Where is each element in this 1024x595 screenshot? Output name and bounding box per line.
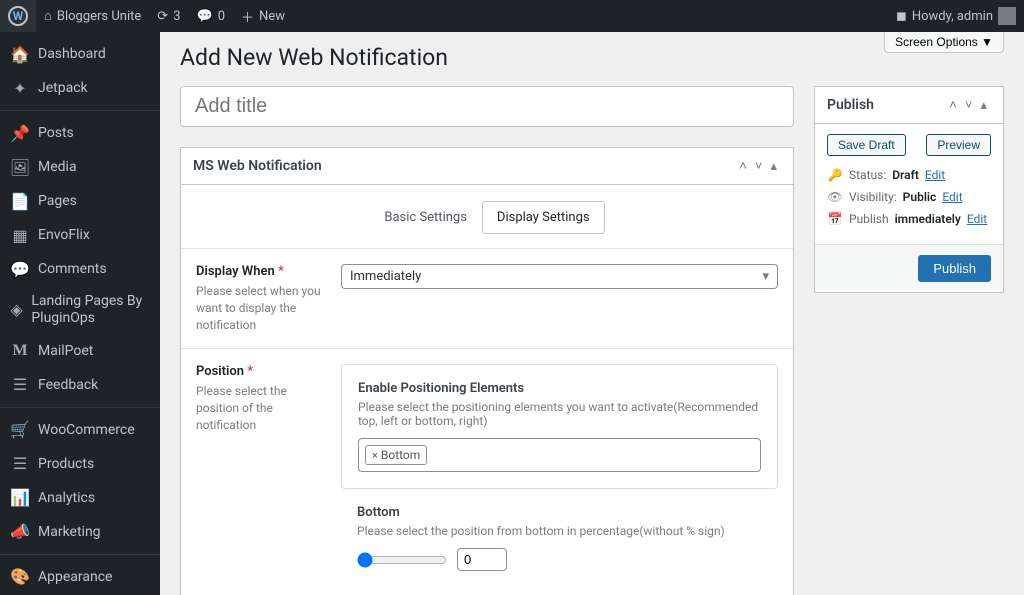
visibility-row: 👁 Visibility: Public Edit <box>827 190 991 204</box>
calendar-icon: 📅 <box>827 212 843 226</box>
sidebar-item-analytics[interactable]: 📊Analytics <box>0 481 160 515</box>
positioning-tag-bottom[interactable]: ×Bottom <box>365 445 427 465</box>
updates-count: 3 <box>173 9 180 24</box>
jetpack-icon: ✦ <box>10 78 30 98</box>
sidebar-item-envoflix[interactable]: ▦EnvoFlix <box>0 218 160 252</box>
media-icon: 🖼 <box>10 157 30 177</box>
edit-status-link[interactable]: Edit <box>925 168 945 182</box>
updates-icon: ⟳ <box>157 9 168 24</box>
publish-up-icon[interactable]: ˄ <box>945 97 961 113</box>
grid-icon: ▦ <box>10 225 30 245</box>
sidebar-item-feedback[interactable]: ☰Feedback <box>0 368 160 402</box>
plus-icon: ＋ <box>241 7 254 26</box>
edit-visibility-link[interactable]: Edit <box>942 190 962 204</box>
preview-button[interactable]: Preview <box>926 134 991 156</box>
screen-options-button[interactable]: Screen Options ▼ <box>884 32 1004 53</box>
positioning-tag-input[interactable]: ×Bottom <box>358 438 761 472</box>
page-icon: 📄 <box>10 191 30 211</box>
dashboard-icon: 🏠 <box>10 44 30 64</box>
status-row: 🔑 Status: Draft Edit <box>827 168 991 182</box>
tab-display-settings[interactable]: Display Settings <box>482 201 605 234</box>
megaphone-icon: 📣 <box>10 522 30 542</box>
settings-tabs: Basic Settings Display Settings <box>181 201 793 234</box>
screen-options-wrap: Screen Options ▼ <box>884 32 1004 53</box>
site-name: Bloggers Unite <box>57 9 141 24</box>
sidebar-item-jetpack[interactable]: ✦Jetpack <box>0 71 160 105</box>
post-title-input[interactable] <box>180 86 794 127</box>
position-row: Position * Please select the position of… <box>181 348 793 595</box>
bottom-label: Bottom <box>357 505 762 520</box>
position-help: Please select the position of the notifi… <box>196 383 321 433</box>
publish-metabox: Publish ˄ ˅ ▴ Save Draft Preview 🔑 Statu… <box>814 86 1004 293</box>
enable-positioning-label: Enable Positioning Elements <box>358 381 761 396</box>
pin-icon: 📌 <box>10 123 30 143</box>
edit-schedule-link[interactable]: Edit <box>967 212 987 226</box>
publish-button[interactable]: Publish <box>918 255 991 282</box>
metabox-down-icon[interactable]: ˅ <box>751 158 767 174</box>
sidebar-item-dashboard[interactable]: 🏠Dashboard <box>0 37 160 71</box>
publish-collapse-icon[interactable]: ▴ <box>976 98 991 113</box>
sidebar-item-marketing[interactable]: 📣Marketing <box>0 515 160 549</box>
display-when-help: Please select when you want to display t… <box>196 283 321 333</box>
metabox-up-icon[interactable]: ˄ <box>735 158 751 174</box>
page-title: Add New Web Notification <box>180 44 1004 71</box>
main-content: Screen Options ▼ Add New Web Notificatio… <box>160 32 1024 595</box>
brush-icon: 🎨 <box>10 567 30 587</box>
comments-link[interactable]: 💬 0 <box>189 0 234 32</box>
metabox-collapse-icon[interactable]: ▴ <box>766 159 781 174</box>
positioning-elements-section: Enable Positioning Elements Please selec… <box>341 364 778 489</box>
mailpoet-icon: M <box>10 341 30 361</box>
sidebar-item-media[interactable]: 🖼Media <box>0 150 160 184</box>
comments-count: 0 <box>218 9 225 24</box>
eye-icon: 👁 <box>827 190 843 204</box>
cart-icon: 🛒 <box>10 420 30 440</box>
publish-title: Publish <box>827 97 945 113</box>
sidebar-item-landing-pages[interactable]: ◈Landing Pages By PluginOps <box>0 286 160 334</box>
save-draft-button[interactable]: Save Draft <box>827 134 906 156</box>
sidebar-item-pages[interactable]: 📄Pages <box>0 184 160 218</box>
diamond-icon: ◈ <box>10 300 23 320</box>
sidebar-item-appearance[interactable]: 🎨Appearance <box>0 560 160 594</box>
key-icon: 🔑 <box>827 168 843 182</box>
howdy-text: Howdy, admin <box>912 9 993 24</box>
tag-remove-icon[interactable]: × <box>372 449 378 462</box>
list-icon: ☰ <box>10 454 30 474</box>
wp-logo-menu[interactable]: W <box>0 0 36 32</box>
comment-icon: 💬 <box>10 259 30 279</box>
avatar <box>998 7 1016 25</box>
site-name-link[interactable]: ⌂ Bloggers Unite <box>36 0 149 32</box>
comment-icon: 💬 <box>197 9 213 24</box>
bottom-help: Please select the position from bottom i… <box>357 524 762 538</box>
updates-link[interactable]: ⟳ 3 <box>149 0 188 32</box>
tab-basic-settings[interactable]: Basic Settings <box>369 201 482 234</box>
admin-toolbar: W ⌂ Bloggers Unite ⟳ 3 💬 0 ＋ New ◼ Howdy… <box>0 0 1024 32</box>
display-when-row: Display When * Please select when you wa… <box>181 248 793 348</box>
schedule-row: 📅 Publish immediately Edit <box>827 212 991 226</box>
sidebar-item-posts[interactable]: 📌Posts <box>0 116 160 150</box>
enable-positioning-help: Please select the positioning elements y… <box>358 400 761 428</box>
list-icon: ☰ <box>10 375 30 395</box>
ms-web-notification-metabox: MS Web Notification ˄ ˅ ▴ Basic Settings… <box>180 147 794 595</box>
publish-down-icon[interactable]: ˅ <box>961 97 977 113</box>
wordpress-icon: W <box>8 6 28 26</box>
new-content-link[interactable]: ＋ New <box>233 0 293 32</box>
bottom-section: Bottom Please select the position from b… <box>341 505 778 587</box>
metabox-title: MS Web Notification <box>193 158 735 174</box>
sidebar-item-comments[interactable]: 💬Comments <box>0 252 160 286</box>
bottom-value-input[interactable] <box>457 548 507 571</box>
new-label: New <box>259 9 285 24</box>
display-when-select[interactable]: Immediately <box>341 264 778 289</box>
home-icon: ⌂ <box>44 8 52 24</box>
sidebar-item-products[interactable]: ☰Products <box>0 447 160 481</box>
notification-icon: ◼ <box>896 9 907 24</box>
position-label: Position <box>196 364 244 379</box>
admin-sidebar: 🏠Dashboard ✦Jetpack 📌Posts 🖼Media 📄Pages… <box>0 32 160 595</box>
account-menu[interactable]: ◼ Howdy, admin <box>888 0 1024 32</box>
sidebar-item-woocommerce[interactable]: 🛒WooCommerce <box>0 413 160 447</box>
chart-icon: 📊 <box>10 488 30 508</box>
bottom-slider[interactable] <box>357 552 447 568</box>
sidebar-item-mailpoet[interactable]: MMailPoet <box>0 334 160 368</box>
display-when-label: Display When <box>196 264 275 279</box>
